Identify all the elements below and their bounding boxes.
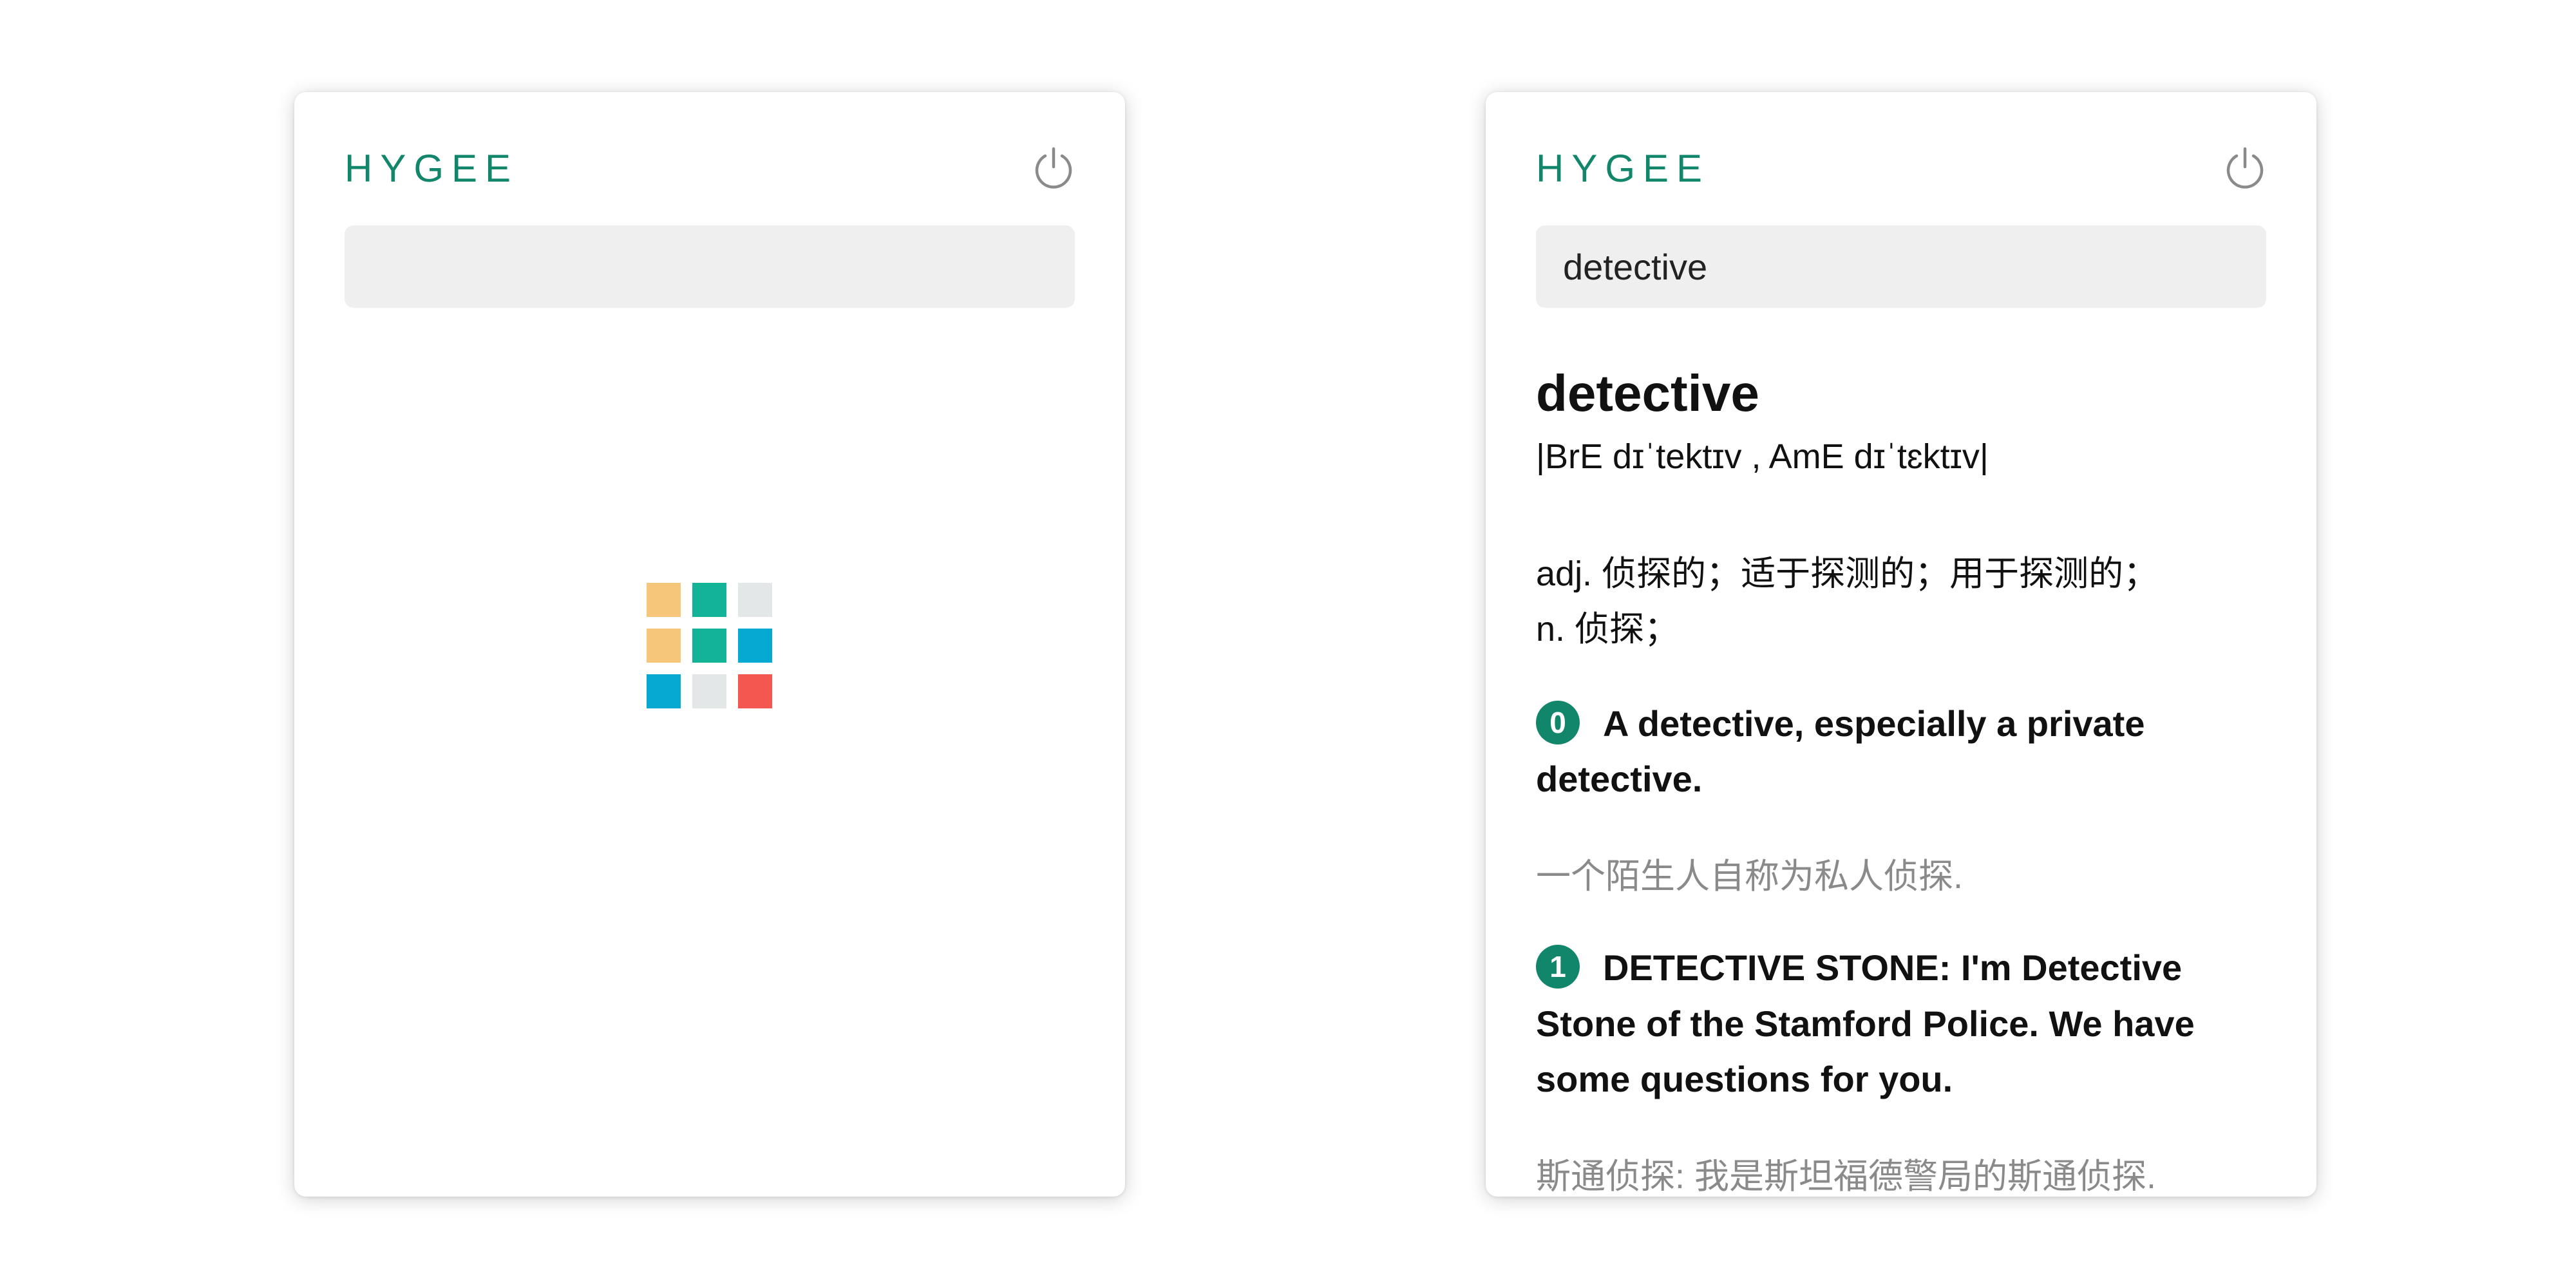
search-input[interactable] (1536, 225, 2266, 308)
power-button[interactable] (1031, 145, 1076, 190)
power-icon (1035, 147, 1072, 189)
definition-line: adj. 侦探的；适于探测的；用于探测的； (1536, 554, 2159, 593)
dictionary-entry: detective |BrE dɪˈtektɪv , AmE dɪˈtɛktɪv… (1536, 363, 2266, 1197)
example-translation: 斯通侦探: 我是斯坦福德警局的斯通侦探. (1536, 1157, 2157, 1197)
headword: detective (1536, 365, 1759, 422)
brand-logo: HYGEE (1536, 147, 1710, 190)
loader-square (647, 674, 681, 708)
loading-spinner (647, 583, 772, 708)
loader-square (738, 674, 772, 708)
dictionary-popup-loading: HYGEE (294, 92, 1125, 1197)
example-english: DETECTIVE STONE: I'm Detective Stone of … (1536, 947, 2195, 1100)
example-sentence: 0A detective, especially a private detec… (1536, 696, 2266, 902)
loader-square (647, 583, 681, 617)
loader-square (692, 583, 726, 617)
dictionary-popup-result: HYGEE detective |BrE dɪˈtektɪv , AmE dɪˈ… (1486, 92, 2316, 1197)
example-sentence: 1 DETECTIVE STONE: I'm Detective Stone of… (1536, 940, 2266, 1197)
definition-line: n. 侦探； (1536, 610, 1680, 649)
example-number-badge: 1 (1536, 944, 1580, 989)
example-english: A detective, especially a private detect… (1536, 703, 2145, 800)
example-number-badge: 0 (1536, 700, 1580, 744)
example-translation: 一个陌生人自称为私人侦探. (1536, 857, 1964, 896)
brand-logo: HYGEE (345, 147, 519, 190)
search-input[interactable] (345, 225, 1075, 308)
power-icon (2226, 147, 2264, 189)
power-button[interactable] (2222, 145, 2268, 190)
definitions: adj. 侦探的；适于探测的；用于探测的； n. 侦探； (1536, 546, 2266, 658)
loader-square (692, 674, 726, 708)
phonetic: |BrE dɪˈtektɪv , AmE dɪˈtɛktɪv| (1536, 437, 1989, 476)
loader-square (738, 629, 772, 663)
loader-square (647, 629, 681, 663)
loader-square (738, 583, 772, 617)
loader-square (692, 629, 726, 663)
